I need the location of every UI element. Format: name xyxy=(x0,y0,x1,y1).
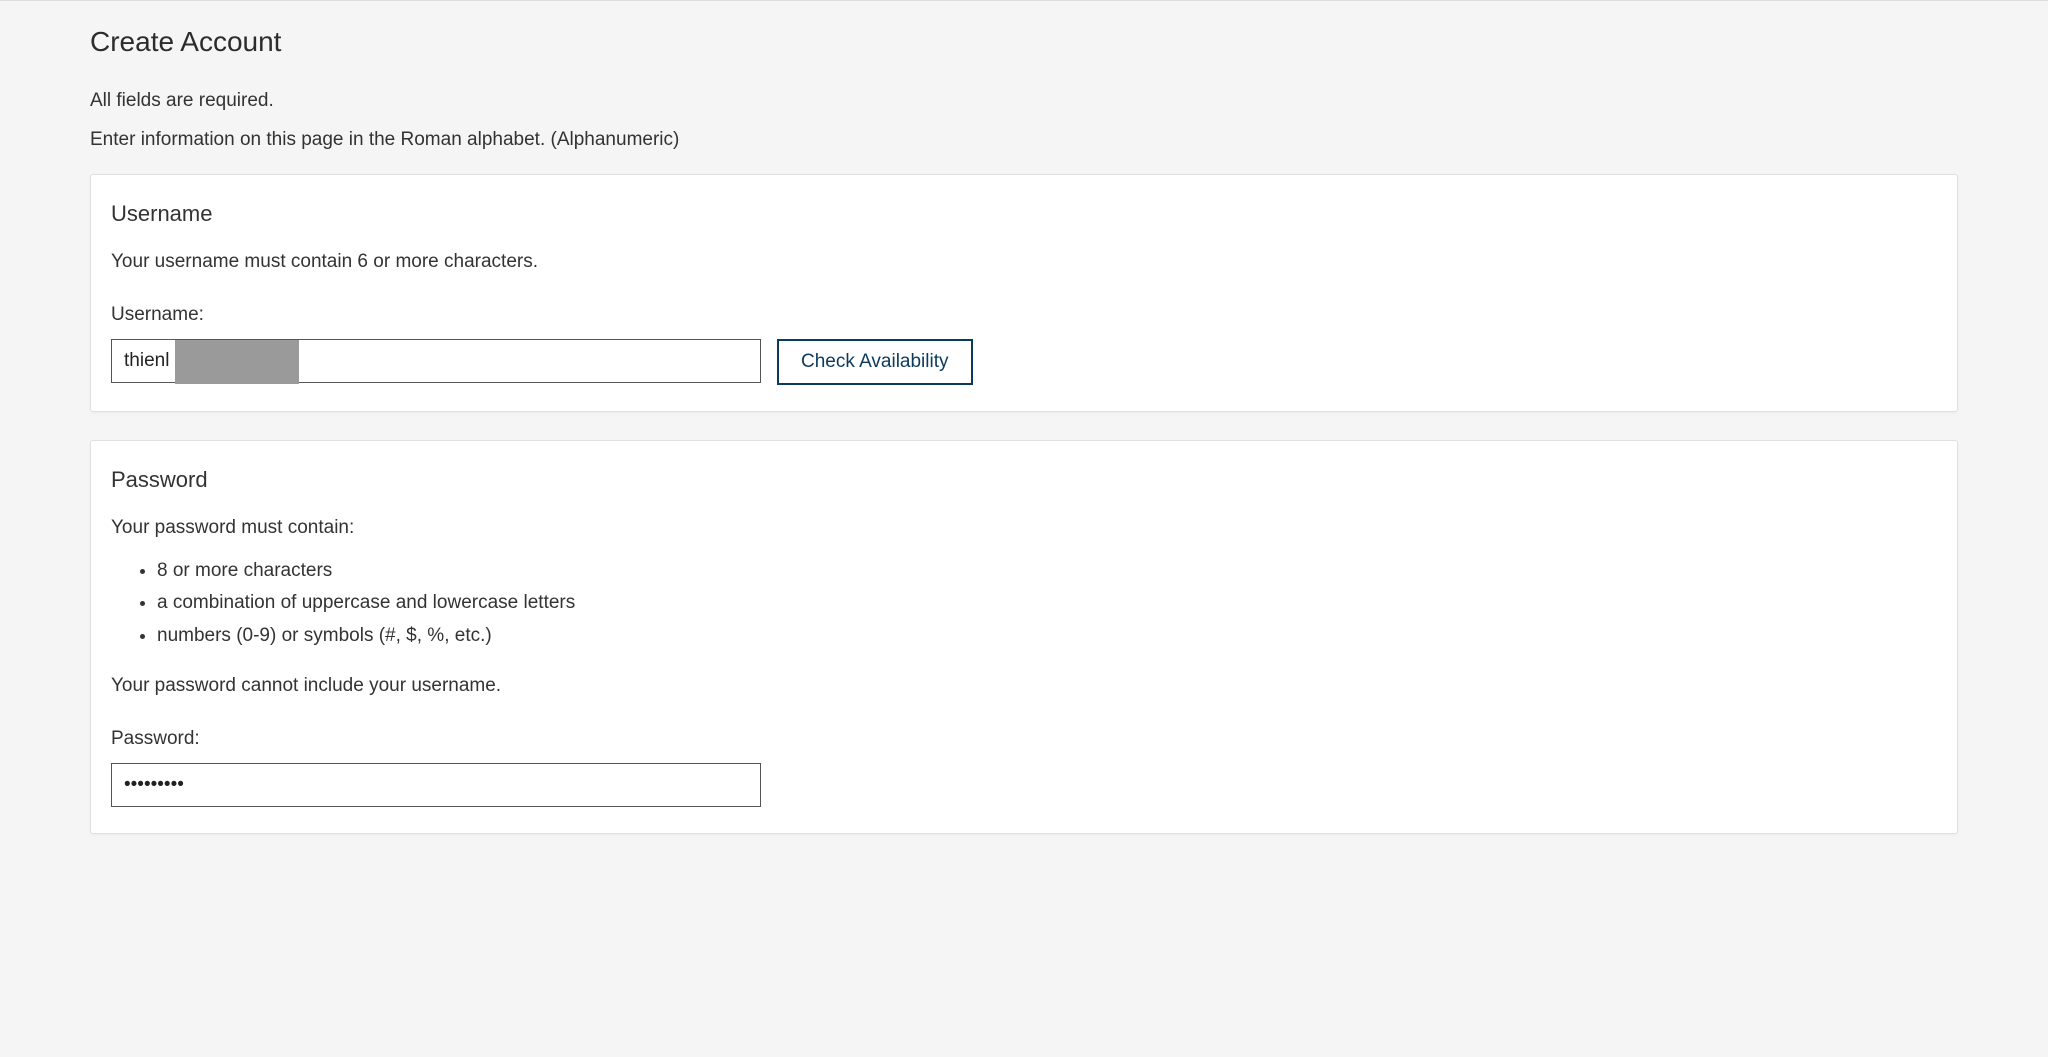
password-input-wrap xyxy=(111,763,761,807)
username-hint: Your username must contain 6 or more cha… xyxy=(111,248,1937,277)
username-input-wrap xyxy=(111,339,761,385)
username-section-title: Username xyxy=(111,197,1937,230)
password-label: Password: xyxy=(111,725,1937,754)
password-requirements-list: 8 or more characters a combination of up… xyxy=(111,557,1937,651)
password-panel: Password Your password must contain: 8 o… xyxy=(90,440,1958,834)
check-availability-button[interactable]: Check Availability xyxy=(777,339,973,385)
password-intro: Your password must contain: xyxy=(111,514,1937,543)
alphabet-note: Enter information on this page in the Ro… xyxy=(90,126,1958,155)
create-account-page: Create Account All fields are required. … xyxy=(0,0,2048,874)
username-input[interactable] xyxy=(111,339,761,383)
required-fields-note: All fields are required. xyxy=(90,87,1958,116)
password-requirement: 8 or more characters xyxy=(157,557,1937,586)
page-title: Create Account xyxy=(90,21,1958,63)
password-input[interactable] xyxy=(111,763,761,807)
username-panel: Username Your username must contain 6 or… xyxy=(90,174,1958,412)
username-row: Check Availability xyxy=(111,339,1937,385)
password-exclusion-note: Your password cannot include your userna… xyxy=(111,672,1937,701)
password-row xyxy=(111,763,1937,807)
password-requirement: a combination of uppercase and lowercase… xyxy=(157,589,1937,618)
password-requirement: numbers (0-9) or symbols (#, $, %, etc.) xyxy=(157,622,1937,651)
username-label: Username: xyxy=(111,301,1937,330)
password-section-title: Password xyxy=(111,463,1937,496)
